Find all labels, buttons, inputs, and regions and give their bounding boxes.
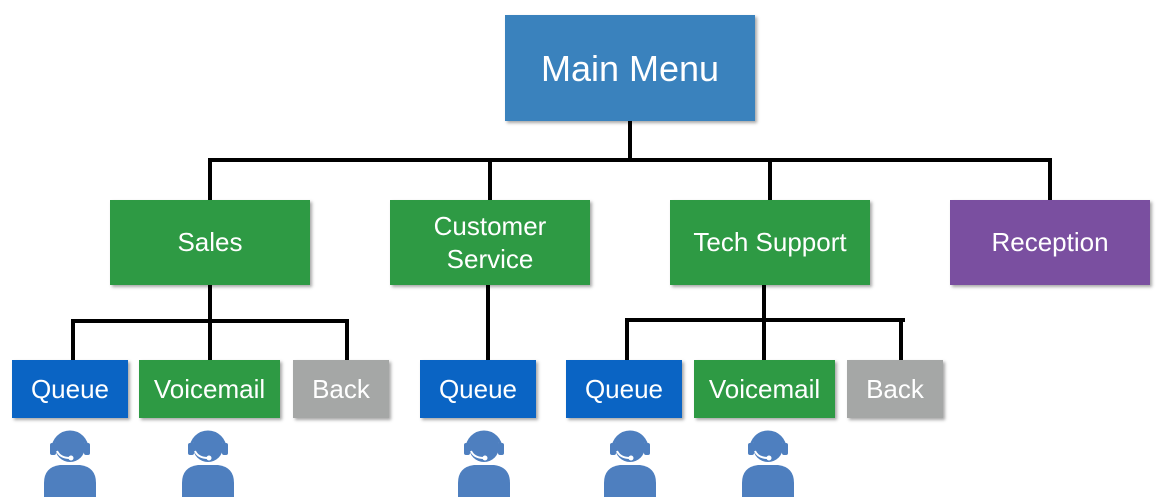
- reception-node[interactable]: Reception: [950, 200, 1150, 285]
- customer-service-node[interactable]: Customer Service: [390, 200, 590, 285]
- connector-root-bus: [208, 158, 1052, 162]
- tech-support-node[interactable]: Tech Support: [670, 200, 870, 285]
- headset-agent-icon: [742, 430, 794, 497]
- connector-reception-up: [1048, 158, 1052, 200]
- reception-label: Reception: [991, 227, 1109, 258]
- tech-support-queue-label: Queue: [584, 373, 664, 404]
- tech-support-label: Tech Support: [693, 227, 847, 258]
- connector-tech-support-up: [768, 158, 772, 200]
- connector-customer-service-up: [488, 158, 492, 200]
- sales-voicemail-node[interactable]: Voicemail: [139, 360, 280, 418]
- connector-sales-queue: [71, 319, 75, 361]
- connector-tech-support-bus: [625, 318, 905, 322]
- tech-support-queue-node[interactable]: Queue: [566, 360, 682, 418]
- main-menu-label: Main Menu: [540, 47, 720, 89]
- sales-label: Sales: [177, 227, 243, 258]
- tech-support-voicemail-label: Voicemail: [708, 373, 821, 404]
- connector-sales-up: [208, 158, 212, 200]
- customer-service-label-line1: Customer: [433, 211, 547, 241]
- connector-tech-support-down: [762, 284, 766, 362]
- sales-back-label: Back: [312, 373, 370, 404]
- headset-agent-icon: [458, 430, 510, 497]
- connector-sales-bus: [71, 319, 349, 323]
- customer-service-label-line2: Service: [446, 243, 534, 274]
- connector-tech-support-back: [899, 318, 903, 362]
- sales-queue-node[interactable]: Queue: [12, 360, 128, 418]
- connector-customer-service-down: [486, 284, 490, 362]
- customer-service-queue-node[interactable]: Queue: [420, 360, 536, 418]
- connector-sales-back: [345, 319, 349, 361]
- customer-service-queue-label: Queue: [438, 373, 518, 404]
- headset-agent-icon: [182, 430, 234, 497]
- sales-back-node[interactable]: Back: [293, 360, 389, 418]
- main-menu-node[interactable]: Main Menu: [505, 15, 755, 121]
- sales-node[interactable]: Sales: [110, 200, 310, 285]
- headset-agent-icon: [44, 430, 96, 497]
- connector-sales-down: [208, 284, 212, 362]
- connector-root-down: [628, 120, 632, 161]
- connector-tech-support-queue: [625, 318, 629, 362]
- tech-support-back-node[interactable]: Back: [847, 360, 943, 418]
- tech-support-back-label: Back: [866, 373, 924, 404]
- sales-queue-label: Queue: [30, 373, 110, 404]
- headset-agent-icon: [604, 430, 656, 497]
- sales-voicemail-label: Voicemail: [153, 373, 266, 404]
- tech-support-voicemail-node[interactable]: Voicemail: [694, 360, 835, 418]
